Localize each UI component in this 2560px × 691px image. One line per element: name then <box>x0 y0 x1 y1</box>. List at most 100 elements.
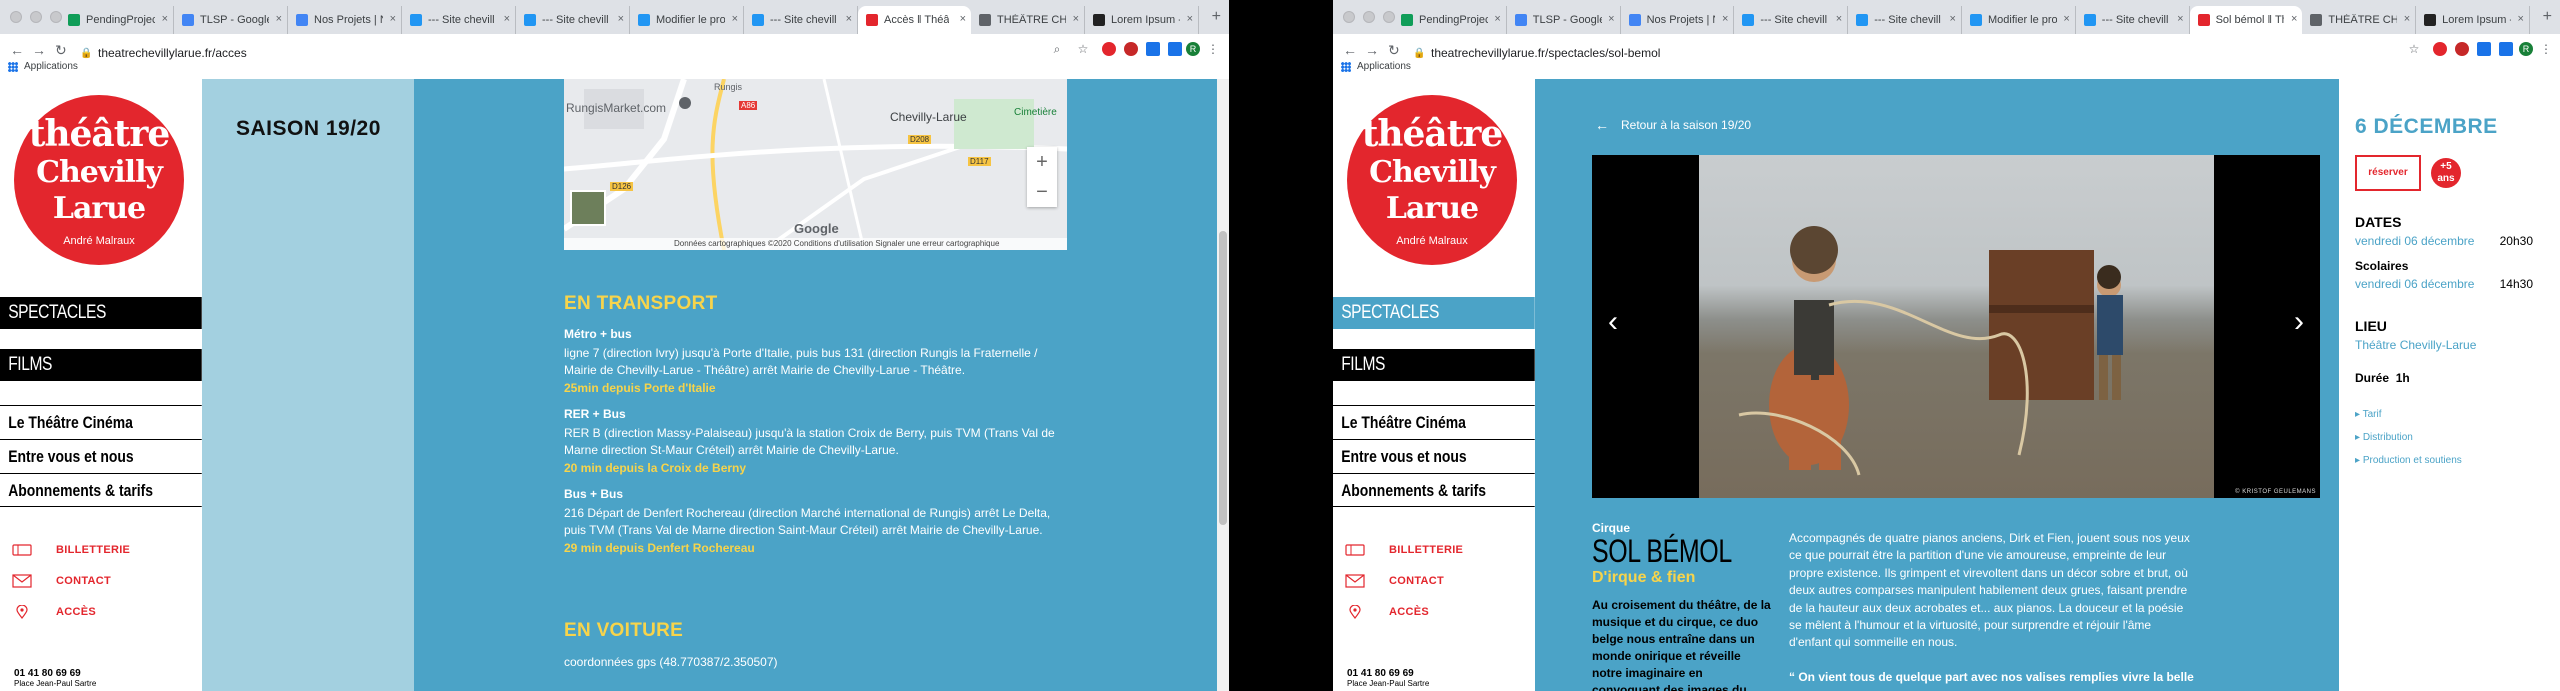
close-tab-icon[interactable]: × <box>162 13 168 25</box>
reserve-button[interactable]: réserver <box>2355 155 2421 191</box>
profile-avatar[interactable]: R <box>1186 42 1200 56</box>
extension-icon[interactable] <box>2433 42 2447 56</box>
address-bar[interactable]: 🔒 theatrechevillylarue.fr/spectacles/sol… <box>1413 41 2430 65</box>
theatre-logo[interactable]: théâtre Chevilly Larue André Malraux <box>1347 95 1517 265</box>
apps-label[interactable]: Applications <box>24 61 78 72</box>
back-icon[interactable]: ← <box>10 42 24 58</box>
close-tab-icon[interactable]: × <box>618 13 624 25</box>
reload-icon[interactable]: ↻ <box>55 42 67 59</box>
browser-tab[interactable]: TLSP - Google × <box>1507 6 1621 34</box>
carousel-next-icon[interactable]: › <box>2294 305 2304 339</box>
browser-tab[interactable]: Nos Projets | N × <box>1621 6 1735 34</box>
close-tab-icon[interactable]: × <box>504 13 510 25</box>
close-tab-icon[interactable]: × <box>1722 13 1728 25</box>
address-bar[interactable]: 🔒 theatrechevillylarue.fr/acces <box>80 41 1099 65</box>
new-tab-button[interactable]: + <box>1212 8 1221 26</box>
bookmark-star-icon[interactable]: ☆ <box>2407 42 2421 56</box>
acces-link[interactable]: ACCÈS <box>1345 596 1463 627</box>
browser-tab[interactable]: Lorem Ipsum - × <box>2416 6 2530 34</box>
close-tab-icon[interactable]: × <box>1187 13 1193 25</box>
browser-tab[interactable]: THÉÂTRE CHE × <box>971 6 1085 34</box>
close-tab-icon[interactable]: × <box>1608 13 1614 25</box>
bookmark-star-icon[interactable]: ☆ <box>1076 42 1090 56</box>
zoom-out-button[interactable]: − <box>1027 177 1057 207</box>
theatre-logo[interactable]: théâtre Chevilly Larue André Malraux <box>14 95 184 265</box>
billetterie-link[interactable]: BILLETTERIE <box>1345 534 1463 565</box>
apps-label[interactable]: Applications <box>1357 61 1411 72</box>
browser-tab[interactable]: Modifier le proj × <box>630 6 744 34</box>
close-tab-icon[interactable]: × <box>2291 13 2297 25</box>
contact-link[interactable]: CONTACT <box>1345 565 1463 596</box>
close-tab-icon[interactable]: × <box>2177 13 2183 25</box>
close-tab-icon[interactable]: × <box>732 13 738 25</box>
nav-entre-vous[interactable]: Entre vous et nous <box>1333 439 1535 473</box>
adblock-icon[interactable] <box>1124 42 1138 56</box>
contact-link[interactable]: CONTACT <box>12 565 130 596</box>
browser-tab[interactable]: --- Site chevill × <box>516 6 630 34</box>
browser-tab[interactable]: --- Site chevill × <box>1848 6 1962 34</box>
satellite-toggle[interactable] <box>570 190 606 226</box>
menu-icon[interactable]: ⋮ <box>1206 42 1220 56</box>
browser-tab[interactable]: PendingProjects × <box>1393 6 1507 34</box>
close-tab-icon[interactable]: × <box>846 13 852 25</box>
extension-icon[interactable] <box>1168 42 1182 56</box>
profile-avatar[interactable]: R <box>2519 42 2533 56</box>
google-map[interactable]: RungisMarket.com Chevilly-Larue Cimetièr… <box>564 79 1067 250</box>
browser-tab[interactable]: Modifier le proj × <box>1962 6 2076 34</box>
nav-entre-vous[interactable]: Entre vous et nous <box>0 439 202 473</box>
map-pin-icon[interactable] <box>679 97 691 109</box>
browser-tab[interactable]: THÉÂTRE CHE × <box>2302 6 2417 34</box>
minimize-window-button[interactable] <box>30 11 42 23</box>
lieu-link[interactable]: Théâtre Chevilly-Larue <box>2355 338 2476 352</box>
apps-grid-icon[interactable] <box>8 61 18 72</box>
search-icon[interactable]: ⌕ <box>1050 42 1064 56</box>
nav-films[interactable]: FILMS <box>0 349 202 381</box>
extension-icon[interactable] <box>2477 42 2491 56</box>
close-tab-icon[interactable]: × <box>2063 13 2069 25</box>
browser-tab[interactable]: --- Site chevill × <box>1734 6 1849 34</box>
adblock-icon[interactable] <box>2455 42 2469 56</box>
carousel-prev-icon[interactable]: ‹ <box>1608 305 1618 339</box>
nav-spectacles[interactable]: SPECTACLES <box>1333 297 1535 329</box>
nav-abonnements[interactable]: Abonnements & tarifs <box>0 473 202 507</box>
apps-grid-icon[interactable] <box>1341 61 1351 72</box>
tarif-link[interactable]: ▸ Tarif <box>2355 409 2462 420</box>
forward-icon[interactable]: → <box>32 42 46 58</box>
nav-abonnements[interactable]: Abonnements & tarifs <box>1333 473 1535 507</box>
close-window-button[interactable] <box>10 11 22 23</box>
close-tab-icon[interactable]: × <box>1836 13 1842 25</box>
minimize-window-button[interactable] <box>1363 11 1375 23</box>
back-icon[interactable]: ← <box>1343 42 1357 58</box>
nav-films[interactable]: FILMS <box>1333 349 1535 381</box>
new-tab-button[interactable]: + <box>2543 8 2552 26</box>
browser-tab[interactable]: Lorem Ipsum - × <box>1085 6 1199 34</box>
acces-link[interactable]: ACCÈS <box>12 596 130 627</box>
reload-icon[interactable]: ↻ <box>1388 42 1400 59</box>
browser-tab[interactable]: TLSP - Google × <box>174 6 288 34</box>
browser-tab[interactable]: Sol bémol ‖ Th × <box>2189 6 2303 34</box>
close-tab-icon[interactable]: × <box>1950 13 1956 25</box>
distribution-link[interactable]: ▸ Distribution <box>2355 432 2462 443</box>
extension-icon[interactable] <box>1102 42 1116 56</box>
nav-theatre-cinema[interactable]: Le Théâtre Cinéma <box>1333 405 1535 439</box>
zoom-in-button[interactable]: + <box>1027 147 1057 177</box>
close-tab-icon[interactable]: × <box>276 13 282 25</box>
browser-tab[interactable]: --- Site chevill × <box>744 6 858 34</box>
forward-icon[interactable]: → <box>1365 42 1379 58</box>
nav-theatre-cinema[interactable]: Le Théâtre Cinéma <box>0 405 202 439</box>
close-tab-icon[interactable]: × <box>1073 13 1079 25</box>
browser-tab[interactable]: Nos Projets | N × <box>288 6 402 34</box>
production-link[interactable]: ▸ Production et soutiens <box>2355 455 2462 466</box>
browser-tab[interactable]: Accès ‖ Théâ × <box>858 6 971 34</box>
close-tab-icon[interactable]: × <box>960 13 966 25</box>
back-to-season-link[interactable]: ← Retour à la saison 19/20 <box>1595 117 1751 133</box>
close-tab-icon[interactable]: × <box>390 13 396 25</box>
billetterie-link[interactable]: BILLETTERIE <box>12 534 130 565</box>
close-tab-icon[interactable]: × <box>2518 13 2524 25</box>
browser-tab[interactable]: PendingProjects × <box>60 6 174 34</box>
scrollbar[interactable] <box>1217 79 1229 691</box>
nav-spectacles[interactable]: SPECTACLES <box>0 297 202 329</box>
extension-icon[interactable] <box>1146 42 1160 56</box>
browser-tab[interactable]: --- Site chevill × <box>2076 6 2190 34</box>
close-tab-icon[interactable]: × <box>1494 13 1500 25</box>
